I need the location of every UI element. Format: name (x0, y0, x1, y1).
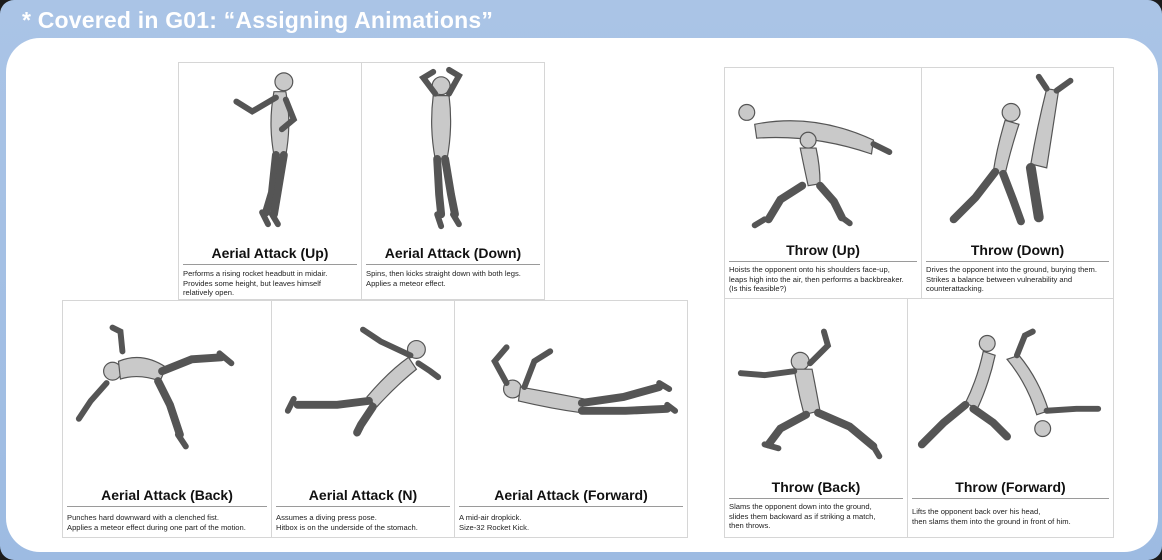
slide-header: * Covered in G01: “Assigning Animations” (22, 7, 494, 33)
card-throw-down: Throw (Down) Drives the opponent into th… (921, 67, 1114, 299)
card-description: Punches hard downward with a clenched fi… (67, 513, 246, 532)
card-aerial-attack-back: Aerial Attack (Back) Punches hard downwa… (62, 300, 272, 538)
card-title: Throw (Down) (926, 242, 1109, 262)
card-aerial-attack-up: Aerial Attack (Up) Performs a rising roc… (178, 62, 362, 300)
card-aerial-attack-forward: Aerial Attack (Forward) A mid-air dropki… (454, 300, 688, 538)
mannequin-figure (63, 301, 271, 479)
mannequin-figure (455, 301, 687, 479)
mannequin-illustration (284, 326, 442, 437)
mannequin-figure (725, 68, 921, 240)
card-title: Throw (Back) (729, 479, 903, 499)
mannequin-figure (922, 68, 1113, 240)
card-title: Aerial Attack (Forward) (459, 487, 683, 507)
mannequin-figure (725, 299, 907, 475)
card-description: Slams the opponent down into the ground,… (729, 502, 876, 531)
mannequin-illustration (917, 328, 1102, 449)
mannequin-illustration (491, 344, 679, 415)
card-title: Aerial Attack (Up) (183, 245, 357, 265)
card-title: Throw (Up) (729, 242, 917, 262)
mannequin-illustration (418, 66, 463, 230)
card-throw-back: Throw (Back) Slams the opponent down int… (724, 298, 908, 538)
card-title: Throw (Forward) (912, 479, 1109, 499)
card-aerial-attack-n: Aerial Attack (N) Assumes a diving press… (271, 300, 455, 538)
mannequin-illustration (75, 324, 235, 450)
mannequin-figure (908, 299, 1113, 475)
card-title: Aerial Attack (N) (276, 487, 450, 507)
mannequin-figure (362, 63, 544, 241)
card-title: Aerial Attack (Back) (67, 487, 267, 507)
card-description: Lifts the opponent back over his head, t… (912, 507, 1071, 526)
card-description: Hoists the opponent onto his shoulders f… (729, 265, 904, 294)
mannequin-figure (179, 63, 361, 241)
card-description: A mid-air dropkick. Size-32 Rocket Kick. (459, 513, 530, 532)
card-description: Performs a rising rocket headbutt in mid… (183, 269, 328, 298)
card-description: Assumes a diving press pose. Hitbox is o… (276, 513, 418, 532)
card-description: Drives the opponent into the ground, bur… (926, 265, 1097, 294)
card-throw-up: Throw (Up) Hoists the opponent onto his … (724, 67, 922, 299)
mannequin-illustration (949, 73, 1074, 226)
card-throw-forward: Throw (Forward) Lifts the opponent back … (907, 298, 1114, 538)
card-aerial-attack-down: Aerial Attack (Down) Spins, then kicks s… (361, 62, 545, 300)
card-description: Spins, then kicks straight down with bot… (366, 269, 521, 288)
mannequin-illustration (737, 328, 883, 460)
slide: * Covered in G01: “Assigning Animations”… (0, 0, 1162, 560)
card-title: Aerial Attack (Down) (366, 245, 540, 265)
mannequin-illustration (233, 72, 298, 228)
mannequin-illustration (738, 103, 893, 229)
mannequin-figure (272, 301, 454, 479)
